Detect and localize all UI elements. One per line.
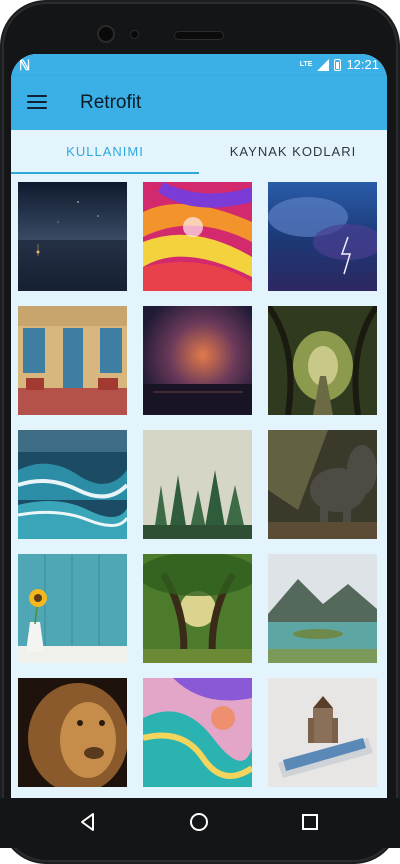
- grid-image-sunset-storm-over-sea[interactable]: [143, 306, 252, 415]
- grid-image-storm-clouds-lightning[interactable]: [268, 182, 377, 291]
- grid-image-lion-portrait[interactable]: [18, 678, 127, 787]
- tab-indicator: [11, 172, 199, 174]
- status-bar: ℕ LTE 12:21: [11, 54, 387, 76]
- system-nav-bar: [0, 798, 400, 848]
- grid-image-night-sky-boat[interactable]: [18, 182, 127, 291]
- recents-icon[interactable]: [299, 811, 321, 833]
- home-icon[interactable]: [188, 811, 210, 833]
- grid-image-sunflower-vase-wood[interactable]: [18, 554, 127, 663]
- grid-image-colorful-paint-swirl[interactable]: [143, 182, 252, 291]
- hamburger-icon[interactable]: [27, 95, 47, 109]
- grid-image-cafe-building-street[interactable]: [18, 306, 127, 415]
- grid-image-elephant-in-light[interactable]: [268, 430, 377, 539]
- app-bar: Retrofit: [11, 76, 387, 130]
- grid-image-mountain-lake[interactable]: [268, 554, 377, 663]
- app-screen: ℕ LTE 12:21 Retrofit KULLANIMI KAYNAK KO…: [11, 54, 387, 798]
- network-label: LTE: [299, 61, 313, 68]
- grid-image-ocean-waves[interactable]: [18, 430, 127, 539]
- grid-image-tree-tunnel-road[interactable]: [268, 306, 377, 415]
- tab-bar: KULLANIMI KAYNAK KODLARI: [11, 130, 387, 174]
- phone-frame: ℕ LTE 12:21 Retrofit KULLANIMI KAYNAK KO…: [0, 0, 400, 864]
- app-title: Retrofit: [80, 92, 142, 113]
- signal-icon: [317, 58, 330, 71]
- tab-kaynak-kodlari[interactable]: KAYNAK KODLARI: [199, 130, 387, 174]
- grid-image-fluid-colorful-art[interactable]: [143, 678, 252, 787]
- back-icon[interactable]: [77, 811, 99, 833]
- grid-image-misty-pine-forest[interactable]: [143, 430, 252, 539]
- front-camera: [99, 27, 113, 41]
- tab-kullanimi[interactable]: KULLANIMI: [11, 130, 199, 174]
- grid-image-sunlit-oak-tree[interactable]: [143, 554, 252, 663]
- earpiece-speaker: [175, 32, 223, 39]
- grid-image-castle-on-phone[interactable]: [268, 678, 377, 787]
- proximity-sensor: [131, 31, 138, 38]
- notification-icon: ℕ: [19, 57, 31, 73]
- status-time: 12:21: [346, 57, 379, 72]
- battery-icon: [334, 58, 342, 71]
